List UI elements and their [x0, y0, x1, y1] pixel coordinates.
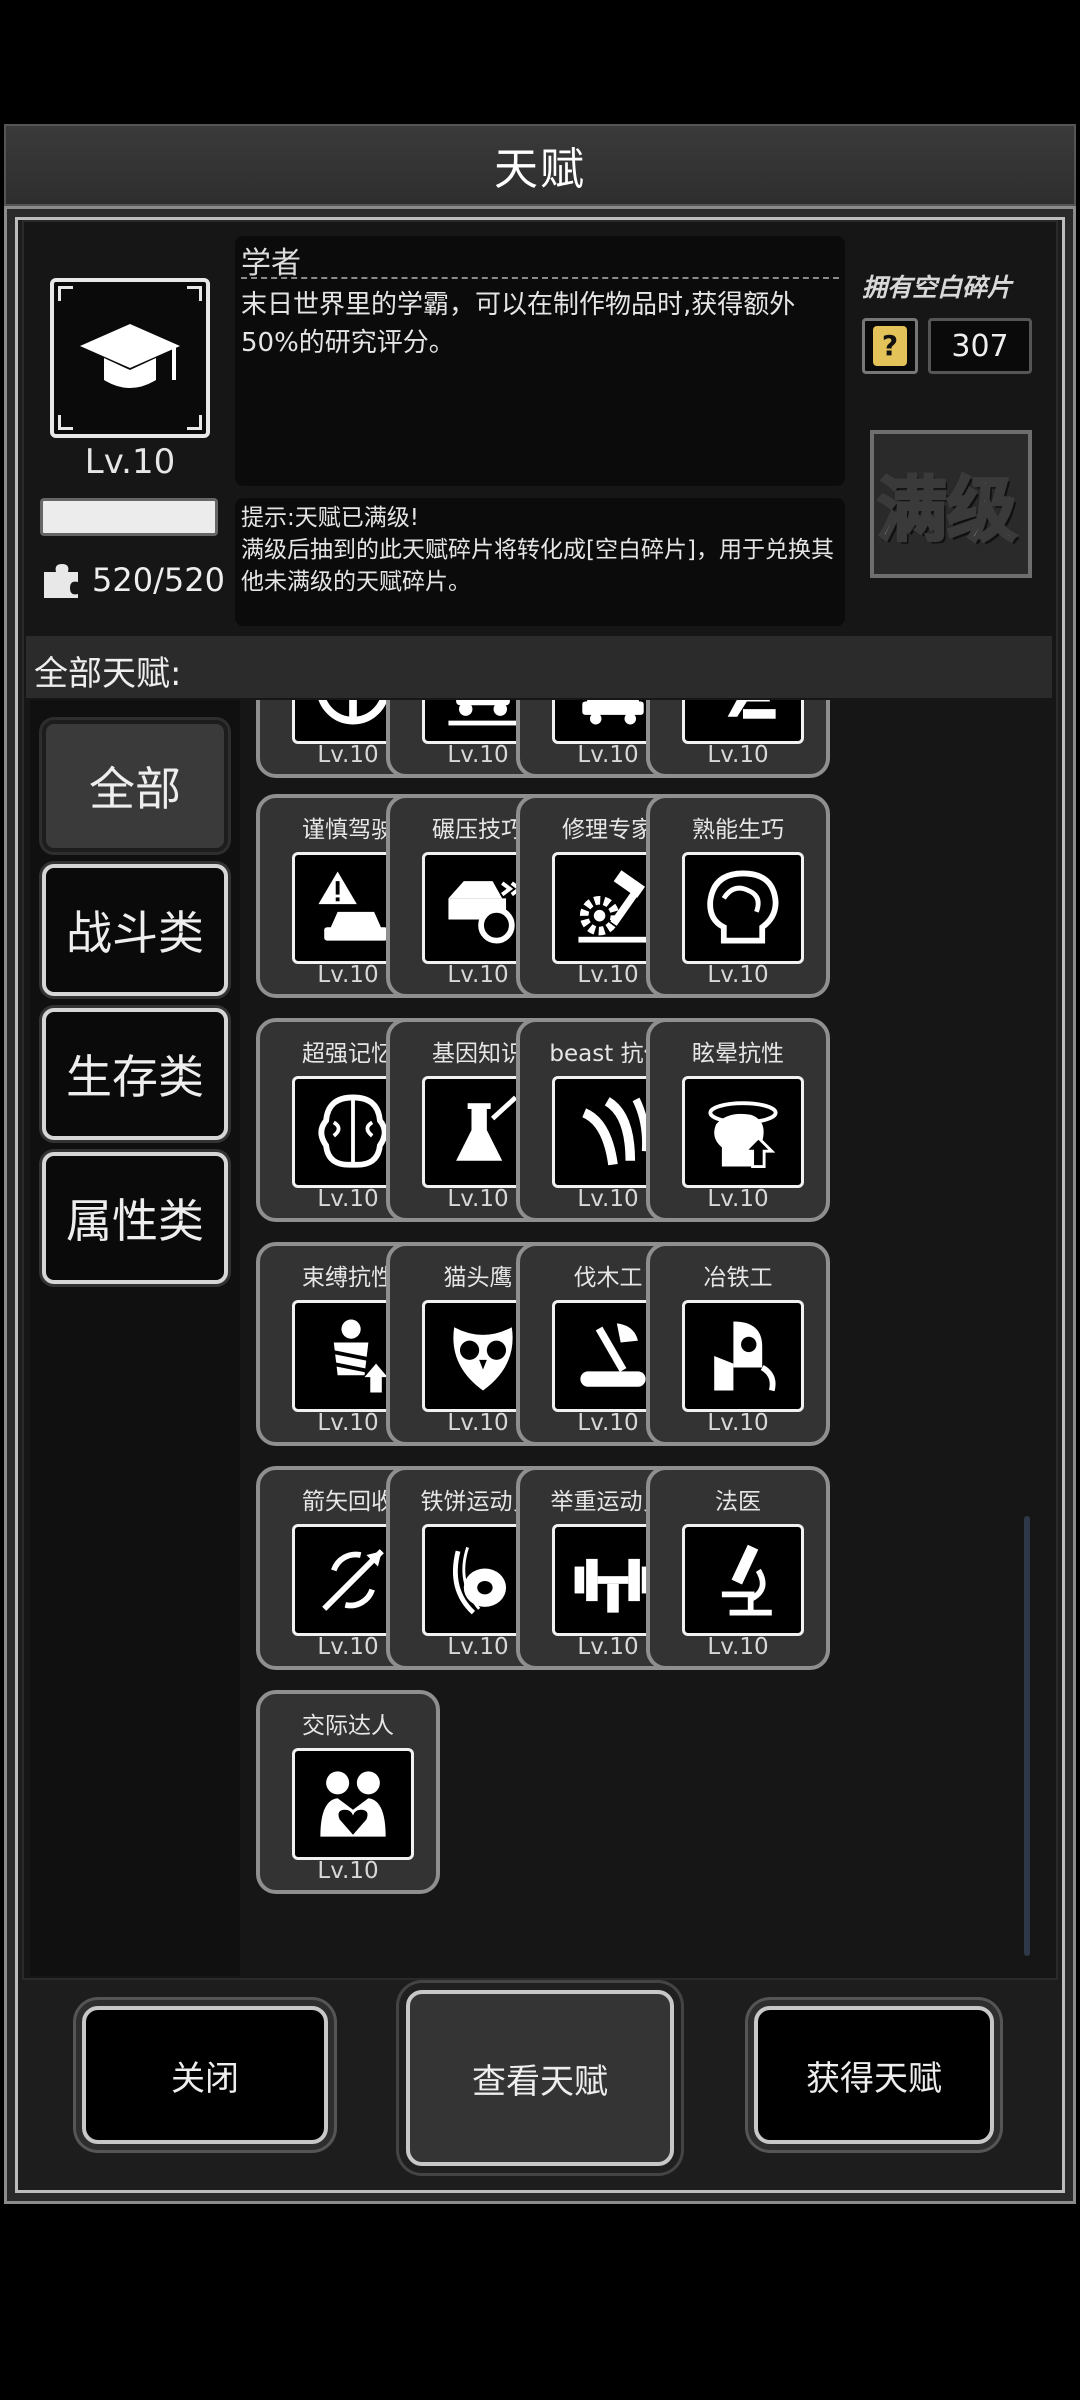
talent-level: Lv.10 [707, 1634, 769, 1660]
category-tab-survival[interactable]: 生存类 [42, 1008, 228, 1140]
selected-talent-description: 末日世界里的学霸，可以在制作物品时,获得额外50%的研究评分。 [241, 290, 796, 358]
dizzy-head-icon [708, 1101, 778, 1168]
category-label: 全部 [89, 762, 181, 816]
talent-card[interactable]: 眩晕抗性 Lv.10 [646, 1018, 830, 1222]
title-bar: 天赋 [4, 124, 1076, 206]
category-label: 生存类 [66, 1050, 204, 1104]
page-title: 天赋 [494, 144, 586, 195]
talent-grid[interactable]: Lv.10 Lv.10 Lv.10 Lv.10 谨慎驾驶 Lv.10 碾压技巧 Lv.10 修理… [242, 700, 1042, 1976]
hint-line-2: 满级后抽到的此天赋碎片将转化成[空白碎片]，用于兑换其他未满级的天赋碎片。 [241, 537, 834, 595]
talent-name: 眩晕抗性 [692, 1041, 784, 1067]
hug-heart-icon [320, 1771, 386, 1837]
talent-icon-frame [292, 1748, 414, 1860]
talent-level: Lv.10 [317, 1858, 379, 1884]
close-button[interactable]: 关闭 [82, 2006, 328, 2144]
talent-name: 冶铁工 [703, 1265, 773, 1291]
close-button-label: 关闭 [171, 2058, 239, 2099]
category-tab-combat[interactable]: 战斗类 [42, 864, 228, 996]
category-tab-all[interactable]: 全部 [42, 720, 228, 852]
talent-name: 交际达人 [302, 1713, 394, 1739]
grid-scrollbar[interactable] [1024, 1516, 1030, 1956]
blank-fragment-count: 307 [928, 318, 1032, 374]
talent-icon-frame [682, 1524, 804, 1636]
question-card-icon: ? [862, 318, 918, 374]
selected-talent-icon-frame [50, 278, 210, 438]
fragment-count-row: 520/520 [42, 556, 225, 604]
talent-level: Lv.10 [707, 1186, 769, 1212]
talent-level: Lv.10 [707, 962, 769, 988]
brain-head-icon [707, 870, 779, 944]
max-level-text: 满级 [876, 468, 1019, 553]
talent-level: Lv.10 [707, 742, 769, 768]
selected-talent-name: 学者 [241, 246, 301, 281]
talent-icon-frame [682, 700, 804, 744]
microscope-icon [721, 1544, 772, 1616]
view-talent-button[interactable]: 查看天赋 [406, 1990, 674, 2166]
talent-card[interactable]: Lv.10 [646, 700, 830, 778]
puzzle-piece-icon [44, 564, 78, 598]
talent-card[interactable]: 交际达人 Lv.10 [256, 1690, 440, 1894]
category-label: 战斗类 [66, 906, 204, 960]
talent-name: 法医 [715, 1489, 761, 1515]
talent-icon-frame [682, 1076, 804, 1188]
talent-progress-bar [40, 498, 218, 536]
talent-level: Lv.10 [707, 1410, 769, 1436]
smelter-icon [714, 1321, 776, 1392]
driver-seat-icon [727, 700, 776, 719]
get-talent-button[interactable]: 获得天赋 [754, 2006, 994, 2144]
hint-text: 提示:天赋已满级! 满级后抽到的此天赋碎片将转化成[空白碎片]，用于兑换其他未满… [241, 502, 841, 598]
graduation-cap-icon [80, 324, 180, 388]
selected-talent-level: Lv.10 [84, 442, 176, 482]
talent-card[interactable]: 冶铁工 Lv.10 [646, 1242, 830, 1446]
talent-icon-frame [682, 1300, 804, 1412]
talent-card[interactable]: 法医 Lv.10 [646, 1466, 830, 1670]
talent-name: 熟能生巧 [692, 817, 784, 843]
talent-icon-frame [682, 852, 804, 964]
view-talent-button-label: 查看天赋 [472, 2061, 608, 2102]
description-divider [241, 277, 839, 279]
max-level-badge: 满级 [860, 420, 1034, 580]
get-talent-button-label: 获得天赋 [806, 2058, 942, 2099]
category-tab-attribute[interactable]: 属性类 [42, 1152, 228, 1284]
category-label: 属性类 [66, 1194, 204, 1248]
talent-card[interactable]: 熟能生巧 Lv.10 [646, 794, 830, 998]
fragment-count: 520/520 [92, 561, 225, 599]
all-talents-label: 全部天赋: [34, 654, 182, 694]
hint-line-1: 提示:天赋已满级! [241, 505, 419, 531]
blank-fragment-label: 拥有空白碎片 [862, 273, 1013, 302]
